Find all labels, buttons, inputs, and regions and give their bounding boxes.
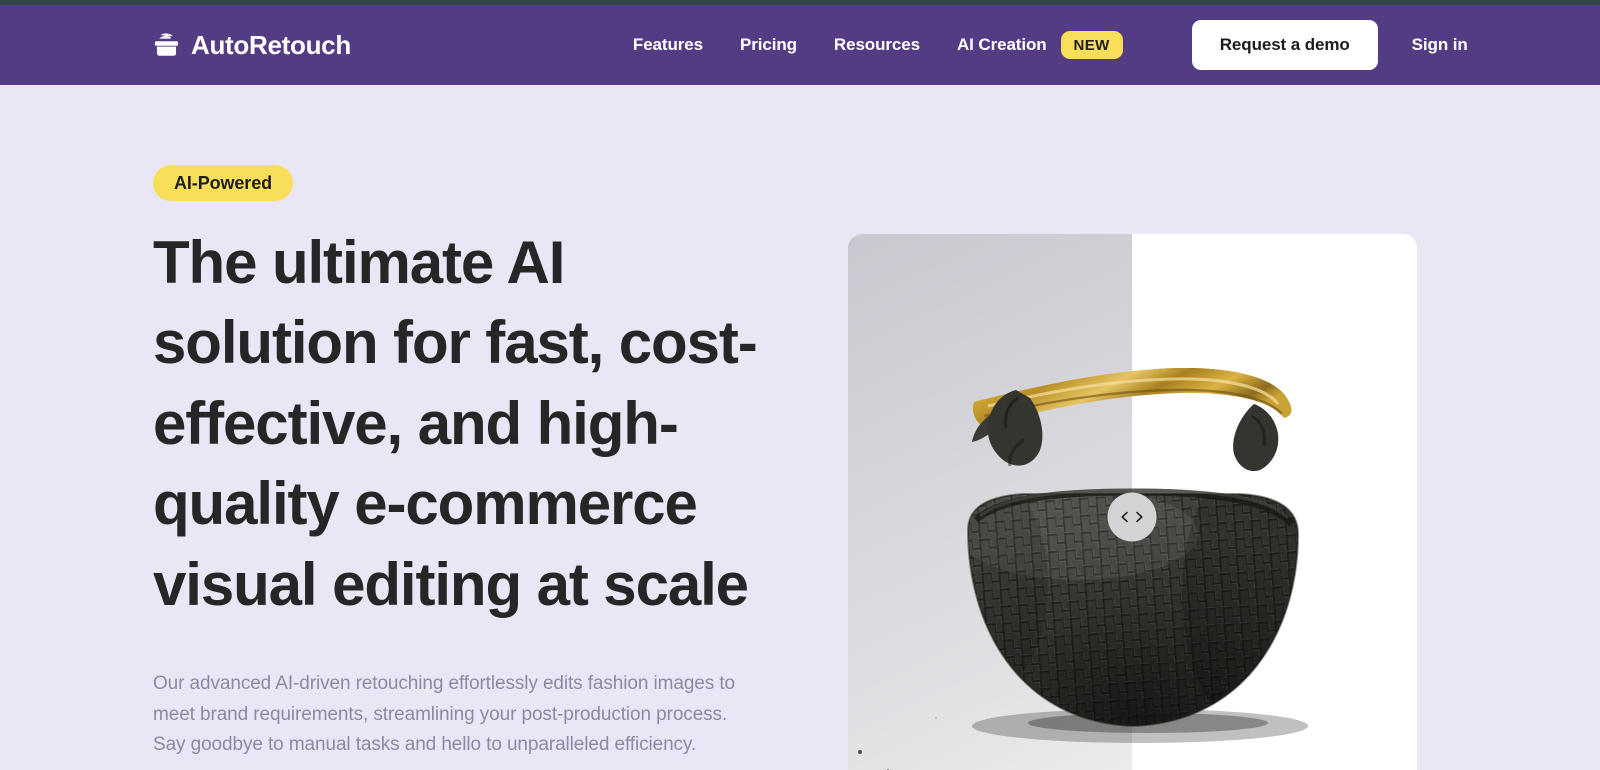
nav-link-features[interactable]: Features — [633, 35, 703, 55]
header-actions: Request a demo Sign in — [1191, 20, 1468, 70]
brand-logo[interactable]: AutoRetouch — [153, 30, 351, 61]
hero-copy: AI-Powered The ultimate AI solution for … — [153, 165, 803, 761]
request-demo-button[interactable]: Request a demo — [1191, 20, 1378, 70]
hero-subtitle: Our advanced AI-driven retouching effort… — [153, 672, 735, 756]
top-accent-strip — [0, 0, 1600, 5]
before-after-comparison-card[interactable] — [848, 234, 1417, 770]
brand-name: AutoRetouch — [191, 29, 351, 60]
before-image-grey-background — [848, 234, 1132, 770]
nav-link-resources[interactable]: Resources — [834, 35, 920, 55]
comparison-stage — [848, 234, 1417, 770]
hero-section: AI-Powered The ultimate AI solution for … — [0, 85, 1600, 770]
chevron-right-icon — [1136, 511, 1143, 523]
chevron-left-icon — [1121, 511, 1128, 523]
briefcase-bag-icon — [154, 33, 179, 56]
ai-powered-pill: AI-Powered — [153, 165, 294, 201]
new-badge[interactable]: NEW — [1060, 31, 1123, 59]
nav-link-ai-creation[interactable]: AI Creation — [957, 35, 1047, 55]
primary-navigation: Features Pricing Resources AI Creation N… — [633, 31, 1123, 59]
comparison-slider-handle[interactable] — [1107, 492, 1157, 542]
nav-item-ai-creation: AI Creation NEW — [957, 31, 1123, 59]
sign-in-link[interactable]: Sign in — [1412, 35, 1468, 55]
page-title: The ultimate AI solution for fast, cost-… — [153, 229, 758, 618]
site-header: AutoRetouch Features Pricing Resources A… — [0, 5, 1600, 85]
nav-link-pricing[interactable]: Pricing — [740, 35, 797, 55]
